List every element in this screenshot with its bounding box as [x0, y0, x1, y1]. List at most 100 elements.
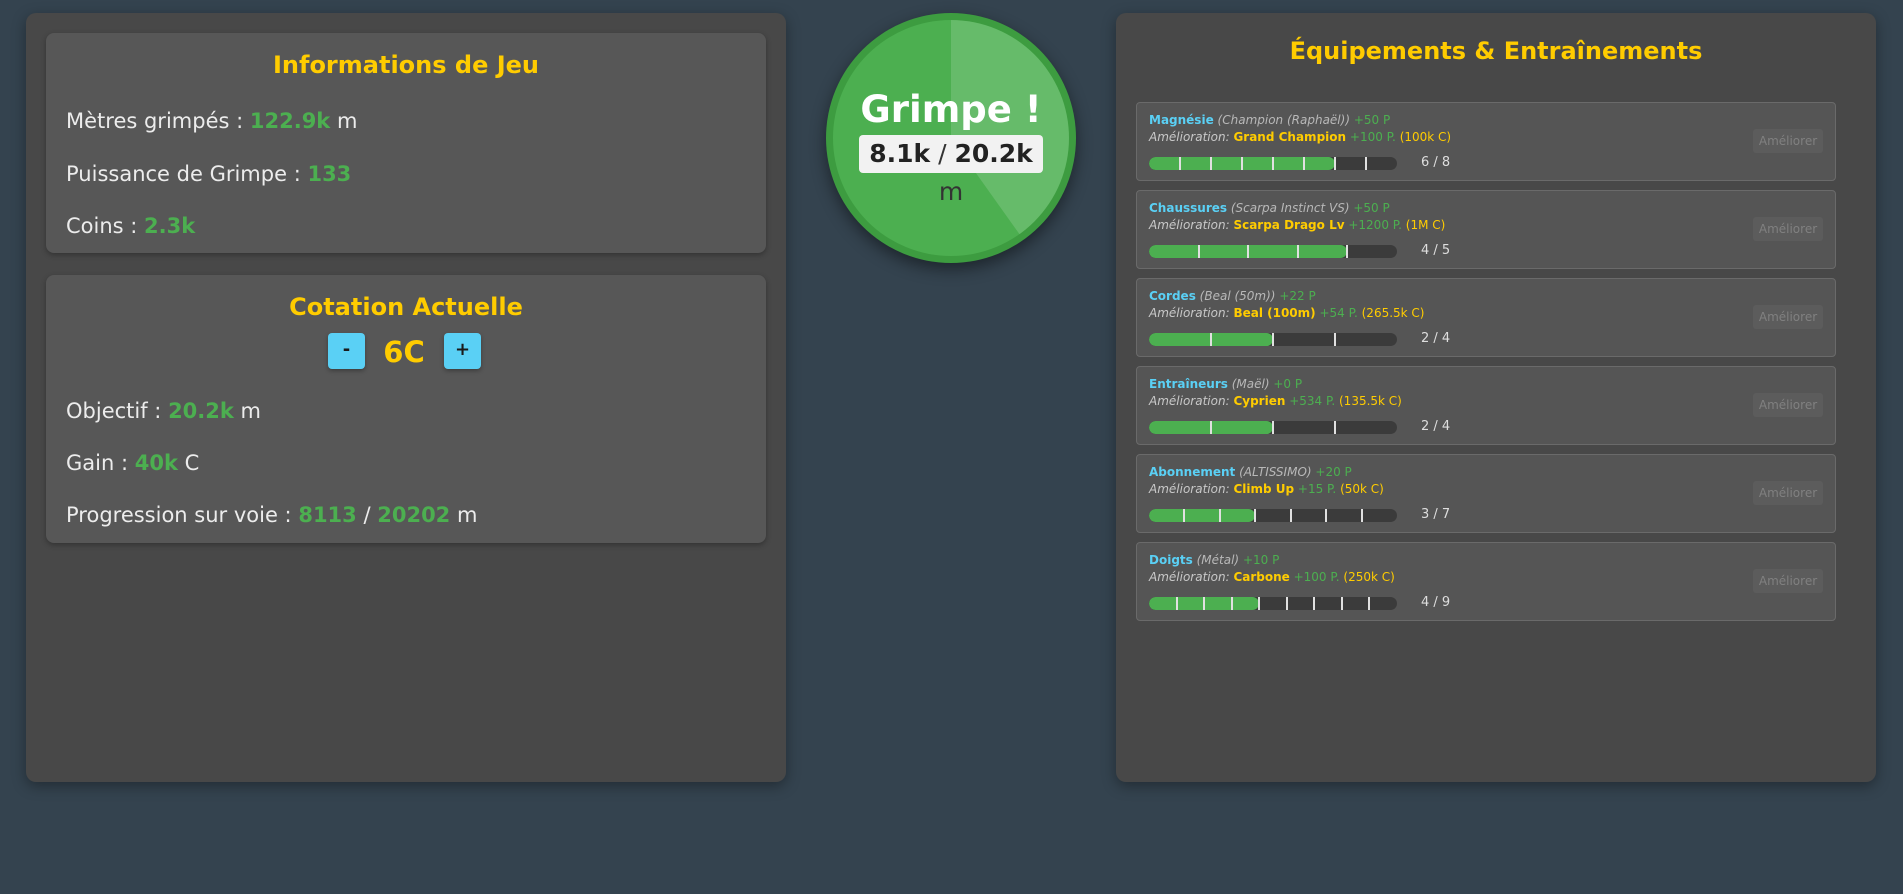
upgrade-label: Amélioration:: [1149, 218, 1230, 232]
upgrade-button[interactable]: Améliorer: [1753, 393, 1823, 417]
game-info-card: Informations de Jeu Mètres grimpés : 122…: [46, 33, 766, 253]
level-tick: [1203, 597, 1206, 610]
coins-value: 2.3k: [144, 214, 196, 238]
level-progress-bar: [1149, 509, 1397, 522]
upgrade-bonus: +54 P.: [1319, 306, 1358, 320]
level-tick: [1241, 157, 1243, 170]
level-tick: [1334, 157, 1336, 170]
equipment-current: Cordes (Beal (50m)) +22 P: [1149, 289, 1316, 303]
current-grade-card: Cotation Actuelle - 6C + Objectif : 20.2…: [46, 275, 766, 543]
upgrade-label: Amélioration:: [1149, 130, 1230, 144]
equipment-upgrade: Amélioration: Beal (100m) +54 P. (265.5k…: [1149, 306, 1424, 320]
climb-progress-sector: [951, 20, 1069, 244]
level-tick: [1325, 509, 1328, 522]
meters-climbed-value: 122.9k: [249, 109, 331, 133]
climb-counter-separator: /: [938, 139, 947, 168]
upgrade-cost: (250k C): [1343, 570, 1395, 584]
grade-selector: - 6C +: [46, 333, 766, 373]
level-count: 4 / 5: [1421, 243, 1451, 258]
game-info-title: Informations de Jeu: [272, 51, 539, 79]
equipment-name: Entraîneurs: [1149, 377, 1228, 391]
route-progress-unit: m: [456, 503, 478, 527]
equipment-name: Chaussures: [1149, 201, 1228, 215]
level-progress-bar: [1149, 245, 1397, 258]
equipment-item: Doigts (Métal) +10 P Amélioration: Carbo…: [1136, 542, 1836, 621]
upgrade-button[interactable]: Améliorer: [1753, 569, 1823, 593]
equipment-upgrade: Amélioration: Scarpa Drago Lv +1200 P. (…: [1149, 218, 1445, 232]
climb-current-value: 8.1k: [869, 139, 931, 168]
upgrade-name: Climb Up: [1233, 482, 1295, 496]
equipment-current-bonus: +20 P: [1315, 465, 1352, 479]
equipment-item: Magnésie (Champion (Raphaël)) +50 P Amél…: [1136, 102, 1836, 181]
climb-counter-unit: m: [938, 177, 964, 206]
upgrade-bonus: +534 P.: [1289, 394, 1336, 408]
upgrade-button[interactable]: Améliorer: [1753, 305, 1823, 329]
level-progress-bar: [1149, 597, 1397, 610]
level-count: 3 / 7: [1421, 507, 1451, 522]
upgrade-button[interactable]: Améliorer: [1753, 217, 1823, 241]
climb-target-value: 20.2k: [954, 139, 1033, 168]
level-tick: [1296, 245, 1299, 258]
equipment-current-tier: (Métal): [1196, 553, 1240, 567]
route-progress-label: Progression sur voie :: [66, 503, 292, 527]
equipment-current: Chaussures (Scarpa Instinct VS) +50 P: [1149, 201, 1390, 215]
level-tick: [1210, 333, 1212, 346]
level-tick: [1334, 421, 1336, 434]
upgrade-label: Amélioration:: [1149, 306, 1230, 320]
level-progress-fill: [1149, 509, 1256, 522]
current-grade-title: Cotation Actuelle: [289, 293, 523, 321]
gain-unit: C: [184, 451, 200, 475]
equipment-upgrade: Amélioration: Climb Up +15 P. (50k C): [1149, 482, 1384, 496]
level-progress-bar: [1149, 333, 1397, 346]
equipment-current-bonus: +0 P: [1273, 377, 1303, 391]
equipment-current-bonus: +22 P: [1279, 289, 1316, 303]
level-tick: [1360, 509, 1363, 522]
level-tick: [1340, 597, 1343, 610]
grade-decrease-button[interactable]: -: [328, 333, 365, 369]
equipment-current-bonus: +50 P: [1353, 201, 1390, 215]
level-tick: [1346, 245, 1349, 258]
upgrade-label: Amélioration:: [1149, 570, 1230, 584]
gain-stat: Gain : 40k C: [66, 451, 199, 475]
grade-value: 6C: [383, 335, 425, 369]
coins-stat: Coins : 2.3k: [66, 214, 195, 238]
equipment-name: Magnésie: [1149, 113, 1214, 127]
level-tick: [1175, 597, 1178, 610]
level-tick: [1197, 245, 1200, 258]
upgrade-cost: (265.5k C): [1361, 306, 1425, 320]
upgrade-button[interactable]: Améliorer: [1753, 129, 1823, 153]
level-count: 4 / 9: [1421, 595, 1451, 610]
level-tick: [1289, 509, 1292, 522]
equipment-current-tier: (Beal (50m)): [1199, 289, 1276, 303]
upgrade-cost: (100k C): [1399, 130, 1452, 144]
meters-climbed-stat: Mètres grimpés : 122.9k m: [66, 109, 357, 133]
equipment-upgrade: Amélioration: Grand Champion +100 P. (10…: [1149, 130, 1451, 144]
level-tick: [1254, 509, 1257, 522]
objective-value: 20.2k: [168, 399, 234, 423]
equipment-name: Cordes: [1149, 289, 1196, 303]
level-progress-bar: [1149, 421, 1397, 434]
gain-label: Gain :: [66, 451, 129, 475]
level-tick: [1183, 509, 1186, 522]
equipment-upgrade: Amélioration: Cyprien +534 P. (135.5k C): [1149, 394, 1402, 408]
level-progress-bar: [1149, 157, 1397, 170]
upgrade-name: Scarpa Drago Lv: [1233, 218, 1345, 232]
level-tick: [1218, 509, 1221, 522]
equipment-current: Magnésie (Champion (Raphaël)) +50 P: [1149, 113, 1390, 127]
climb-button[interactable]: Grimpe ! 8.1k / 20.2k m: [826, 13, 1076, 263]
equipment-item: Cordes (Beal (50m)) +22 P Amélioration: …: [1136, 278, 1836, 357]
climb-power-value: 133: [307, 162, 352, 186]
upgrade-name: Cyprien: [1233, 394, 1286, 408]
grade-increase-button[interactable]: +: [444, 333, 481, 369]
equipment-item: Abonnement (ALTISSIMO) +20 P Amélioratio…: [1136, 454, 1836, 533]
climb-counter: 8.1k / 20.2k m: [859, 135, 1043, 206]
coins-label: Coins :: [66, 214, 138, 238]
equipment-current-tier: (Scarpa Instinct VS): [1230, 201, 1350, 215]
climb-power-label: Puissance de Grimpe :: [66, 162, 301, 186]
upgrade-button[interactable]: Améliorer: [1753, 481, 1823, 505]
level-tick: [1210, 421, 1212, 434]
level-tick: [1179, 157, 1181, 170]
level-tick: [1258, 597, 1261, 610]
equipment-panel: Équipements & Entraînements Magnésie (Ch…: [1116, 13, 1876, 782]
equipment-current: Doigts (Métal) +10 P: [1149, 553, 1279, 567]
